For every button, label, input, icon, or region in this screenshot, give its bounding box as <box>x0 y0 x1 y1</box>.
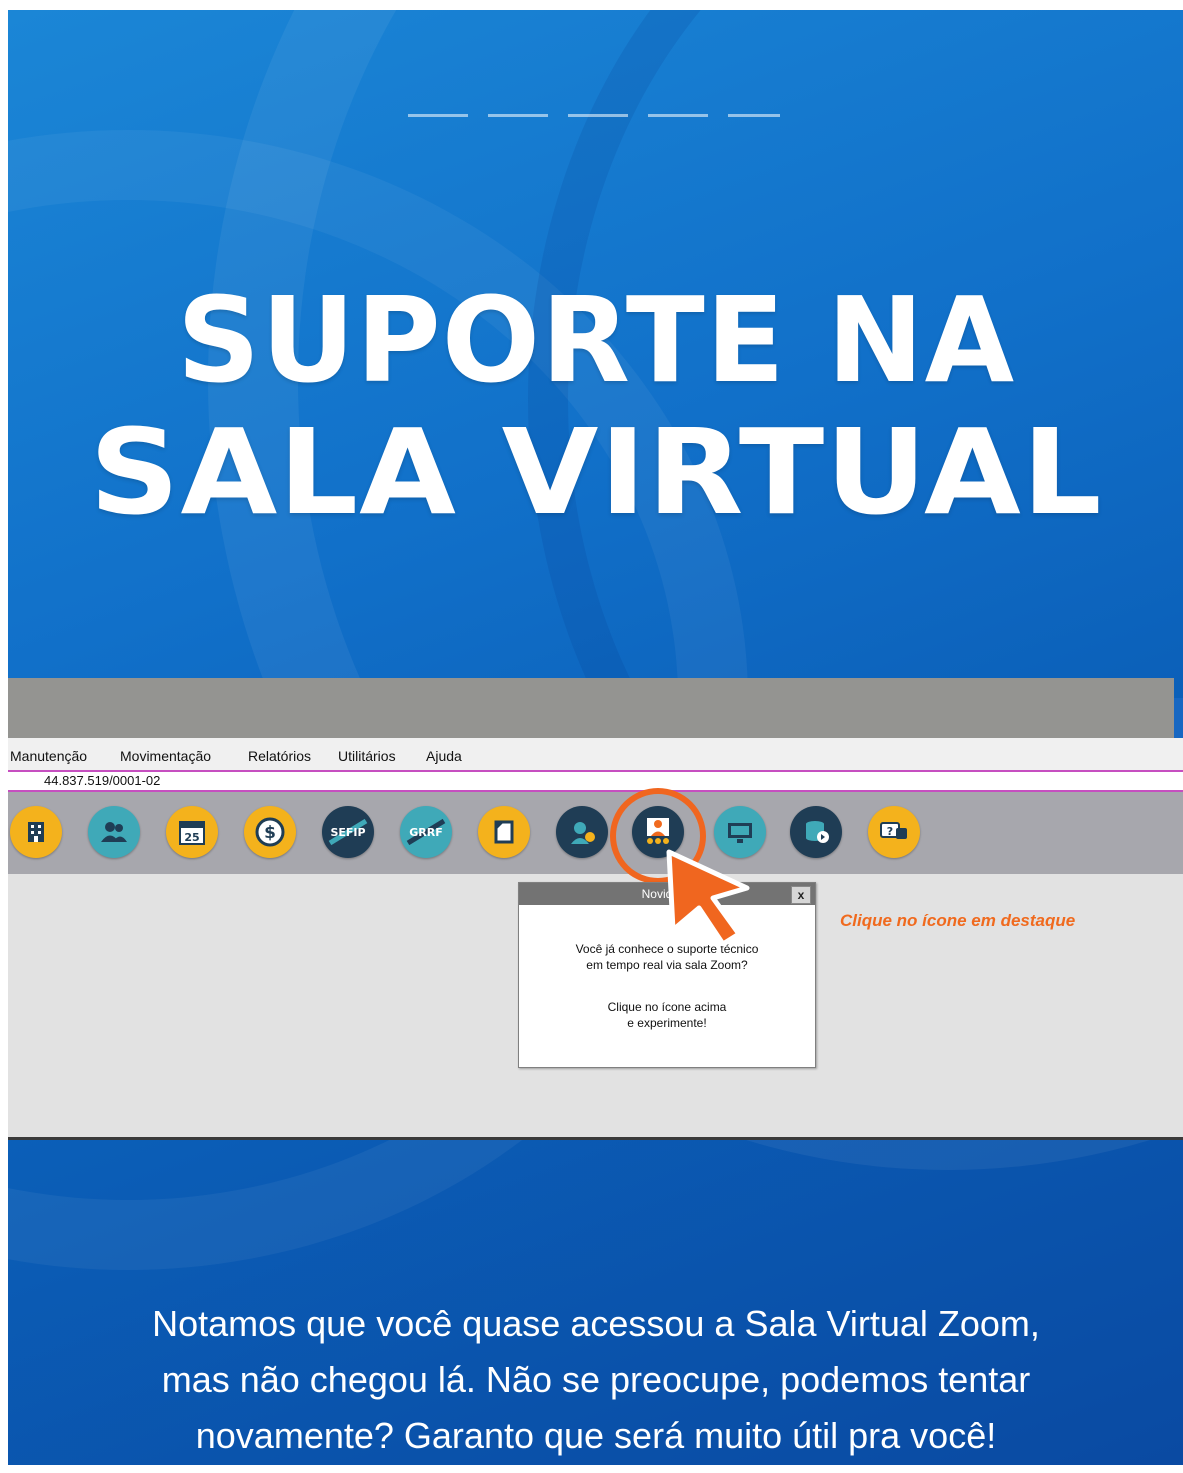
svg-text:GRRF: GRRF <box>409 826 442 839</box>
dialog-text-line-4: e experimente! <box>627 1016 707 1030</box>
grrf-icon[interactable]: GRRF <box>400 806 452 858</box>
help-chat-icon[interactable]: ? <box>868 806 920 858</box>
users-icon[interactable] <box>88 806 140 858</box>
svg-text:SEFIP: SEFIP <box>330 826 365 839</box>
svg-text:?: ? <box>887 825 893 838</box>
database-icon[interactable] <box>790 806 842 858</box>
menu-manutencao[interactable]: Manutenção <box>10 748 87 764</box>
dialog-text-line-3: Clique no ícone acima <box>607 1000 727 1014</box>
building-icon[interactable] <box>10 806 62 858</box>
company-cnpj: 44.837.519/0001-02 <box>44 773 161 788</box>
footer-text-line-3: novamente? Garanto que será muito útil p… <box>195 1415 997 1456</box>
sefip-icon[interactable]: SEFIP <box>322 806 374 858</box>
hint-text: Clique no ícone em destaque <box>840 911 1076 930</box>
headline-line-2: SALA VIRTUAL <box>89 403 1103 541</box>
menu-ajuda[interactable]: Ajuda <box>426 748 462 764</box>
menu-utilitarios[interactable]: Utilitários <box>338 748 396 764</box>
svg-text:$: $ <box>264 823 276 843</box>
company-bar <box>8 770 1183 792</box>
support-agent-icon[interactable] <box>556 806 608 858</box>
promo-card: SUPORTE NA SALA VIRTUAL Manutenção Movim… <box>8 10 1183 1465</box>
dialog-text-line-2: em tempo real via sala Zoom? <box>586 958 748 972</box>
headline-line-1: SUPORTE NA <box>176 271 1016 409</box>
close-button[interactable]: x <box>791 886 811 904</box>
footer-text-line-2: mas não chegou lá. Não se preocupe, pode… <box>161 1359 1031 1400</box>
app-screenshot: Manutenção Movimentação Relatórios Utili… <box>8 678 1183 1140</box>
document-icon[interactable] <box>478 806 530 858</box>
dollar-coin-icon[interactable]: $ <box>244 806 296 858</box>
pointer-cursor-icon <box>666 849 750 947</box>
footer-text-line-1: Notamos que você quase acessou a Sala Vi… <box>152 1303 1040 1344</box>
menu-relatorios[interactable]: Relatórios <box>248 748 311 764</box>
app-titlebar <box>8 678 1174 738</box>
menu-movimentacao[interactable]: Movimentação <box>120 748 211 764</box>
decorative-dashes <box>408 114 780 117</box>
svg-text:25: 25 <box>184 831 199 844</box>
calendar-icon[interactable]: 25 <box>166 806 218 858</box>
app-titlebar-edge <box>1174 698 1183 738</box>
